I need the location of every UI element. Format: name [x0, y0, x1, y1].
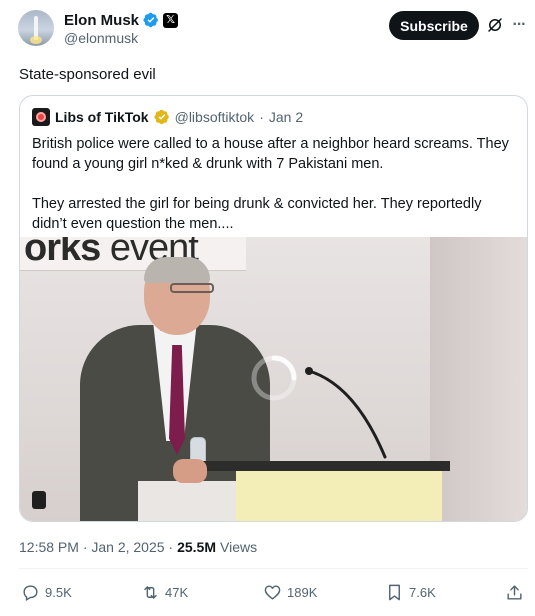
action-bar: 9.5K 47K 189K 7.6K	[19, 581, 528, 603]
quoted-handle[interactable]: @libsoftiktok	[175, 109, 255, 125]
repost-icon	[144, 585, 157, 599]
microphone-icon	[305, 367, 387, 459]
bookmark-button[interactable]: 7.6K	[385, 581, 436, 603]
event-banner: orks event	[20, 237, 246, 271]
like-icon	[264, 584, 281, 600]
quoted-text: British police were called to a house af…	[32, 134, 518, 234]
author-name-row: Elon Musk 𝕏	[64, 11, 179, 29]
quoted-paragraph: They arrested the girl for being drunk &…	[32, 196, 482, 232]
share-icon	[507, 584, 522, 600]
author-name[interactable]: Elon Musk	[64, 12, 139, 29]
post-meta: 12:58 PM · Jan 2, 2025 · 25.5M Views	[19, 539, 257, 555]
quoted-video[interactable]: orks event	[20, 237, 527, 521]
repost-count: 47K	[165, 584, 189, 600]
like-button[interactable]: 189K	[263, 581, 317, 603]
quoted-name[interactable]: Libs of TikTok	[55, 109, 149, 125]
post-timestamp[interactable]: 12:58 PM · Jan 2, 2025 ·	[19, 539, 173, 555]
quoted-post[interactable]: Libs of TikTok @libsoftiktok · Jan 2 Bri…	[19, 95, 528, 522]
media-indicator-icon	[32, 491, 46, 509]
like-count: 189K	[287, 584, 318, 600]
quoted-avatar[interactable]	[32, 108, 50, 126]
more-icon[interactable]: ···	[510, 16, 528, 34]
quoted-date[interactable]: Jan 2	[269, 109, 303, 125]
loading-spinner-icon	[251, 355, 297, 401]
reply-icon	[23, 584, 38, 601]
affiliation-badge-icon[interactable]: 𝕏	[163, 12, 179, 28]
views-count: 25.5M	[177, 539, 217, 555]
post-text: State-sponsored evil	[19, 66, 156, 83]
views-label: Views	[220, 539, 258, 555]
reply-button[interactable]: 9.5K	[21, 581, 72, 603]
grok-icon[interactable]	[486, 16, 504, 34]
verified-badge-icon	[143, 12, 158, 28]
subscribe-button[interactable]: Subscribe	[389, 11, 479, 40]
bookmark-icon	[389, 584, 400, 600]
share-button[interactable]	[505, 581, 524, 603]
quoted-separator: ·	[259, 109, 264, 125]
repost-button[interactable]: 47K	[141, 581, 188, 603]
quoted-header: Libs of TikTok @libsoftiktok · Jan 2	[32, 108, 303, 126]
quoted-paragraph: British police were called to a house af…	[32, 136, 509, 172]
banner-text-bold: orks	[24, 237, 101, 269]
bookmark-count: 7.6K	[409, 584, 436, 600]
verified-gold-badge-icon	[154, 109, 169, 125]
reply-count: 9.5K	[45, 584, 72, 600]
author-avatar[interactable]	[18, 10, 54, 46]
post: Elon Musk 𝕏 @elonmusk Subscribe ··· Stat…	[0, 0, 535, 616]
author-handle[interactable]: @elonmusk	[64, 30, 138, 46]
divider	[19, 568, 528, 569]
